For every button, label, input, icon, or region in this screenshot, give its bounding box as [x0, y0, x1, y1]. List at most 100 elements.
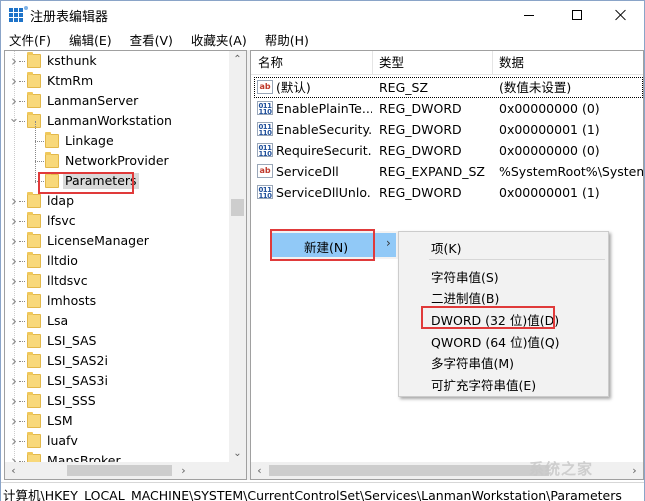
list-row[interactable]: 011 110 EnableSecurity... REG_DWORD 0x00000… — [251, 119, 643, 140]
column-type[interactable]: 类型 — [372, 51, 404, 75]
column-name[interactable]: 名称 — [251, 51, 283, 75]
chevron-right-icon[interactable]: › — [9, 291, 19, 311]
tree-vertical-scrollbar[interactable]: ⌃ ⌄ — [229, 51, 246, 462]
list-row[interactable]: 011 110 RequireSecurit... REG_DWORD 0x00000… — [251, 140, 643, 161]
tree-item-label: LanmanWorkstation — [47, 113, 172, 128]
tree-item[interactable]: ⌄ LanmanWorkstation — [5, 111, 230, 131]
tree-item-label: LicenseManager — [47, 233, 149, 248]
column-data[interactable]: 数据 — [492, 51, 524, 75]
title-bar[interactable]: 注册表编辑器 — [1, 1, 644, 29]
tree-item[interactable]: › Lsa — [5, 311, 230, 331]
tree-vscroll-thumb[interactable] — [231, 199, 244, 216]
scroll-left-icon[interactable]: ‹ — [5, 462, 22, 479]
submenu-item-key[interactable]: 项(K) — [431, 238, 461, 257]
binary-value-icon: 011 110 — [257, 101, 273, 116]
chevron-right-icon: › — [386, 236, 391, 250]
chevron-right-icon[interactable]: › — [9, 191, 19, 211]
menu-favorites[interactable]: 收藏夹(A) — [189, 29, 249, 50]
value-data: 0x00000001 (1) — [499, 185, 600, 200]
chevron-down-icon[interactable]: ⌄ — [9, 108, 20, 128]
chevron-right-icon[interactable]: › — [9, 251, 19, 271]
folder-icon — [27, 312, 41, 328]
tree-item[interactable]: › lfsvc — [5, 211, 230, 231]
chevron-right-icon[interactable]: › — [9, 371, 19, 391]
chevron-right-icon[interactable]: › — [9, 51, 19, 71]
scroll-right-icon[interactable]: › — [626, 462, 643, 479]
tree-item[interactable]: › LanmanServer — [5, 91, 230, 111]
tree-connector — [19, 121, 25, 122]
chevron-right-icon[interactable]: › — [9, 71, 19, 91]
submenu-item-string-value[interactable]: 字符串值(S) — [431, 267, 499, 286]
list-row[interactable]: 011 110 EnablePlainTe... REG_DWORD 0x000000… — [251, 98, 643, 119]
chevron-right-icon[interactable]: › — [9, 411, 19, 431]
maximize-icon — [572, 10, 582, 20]
tree-item[interactable]: › lltdsvc — [5, 271, 230, 291]
list-row[interactable]: ab ServiceDll REG_EXPAND_SZ %SystemRoot%\Sy… — [251, 161, 643, 182]
tree-connector — [19, 361, 25, 362]
tree-item[interactable]: NetworkProvider — [5, 151, 230, 171]
tree-item-label: lmhosts — [47, 293, 97, 308]
maximize-button[interactable] — [554, 1, 600, 29]
tree-connector — [19, 341, 25, 342]
minimize-button[interactable] — [506, 1, 552, 29]
tree-item[interactable]: › KtmRm — [5, 71, 230, 91]
list-row[interactable]: 011 110 ServiceDllUnlo... REG_DWORD 0x00000… — [251, 182, 643, 203]
submenu-item-qword-value[interactable]: QWORD (64 位)值(Q) — [431, 332, 560, 351]
value-name: EnableSecurity... — [276, 122, 372, 137]
menu-view[interactable]: 查看(V) — [128, 29, 175, 50]
tree-item[interactable]: › LicenseManager — [5, 231, 230, 251]
tree-horizontal-scrollbar[interactable]: ‹ › — [5, 462, 229, 479]
tree-item-label: LSI_SSS — [47, 393, 96, 408]
binary-value-icon: 011 110 — [257, 143, 273, 158]
folder-icon — [27, 112, 41, 128]
tree-item[interactable]: › LSI_SAS3i — [5, 371, 230, 391]
chevron-right-icon[interactable]: › — [9, 331, 19, 351]
tree-item[interactable]: › LSI_SAS2i — [5, 351, 230, 371]
submenu-item-multi-string-value[interactable]: 多字符串值(M) — [431, 353, 514, 372]
chevron-right-icon[interactable]: › — [9, 351, 19, 371]
folder-icon — [27, 212, 41, 228]
tree-connector — [19, 321, 25, 322]
tree-hscroll-thumb[interactable] — [67, 465, 172, 476]
submenu-item-expandable-string-value[interactable]: 可扩充字符串值(E) — [431, 375, 536, 394]
tree-item-label: KtmRm — [47, 73, 94, 88]
scroll-down-icon[interactable]: ⌄ — [229, 445, 246, 462]
minimize-icon — [524, 14, 534, 16]
folder-icon — [27, 272, 41, 288]
menu-help[interactable]: 帮助(H) — [263, 29, 311, 50]
list-header: 名称 类型 数据 — [251, 51, 643, 75]
scroll-right-icon[interactable]: › — [175, 462, 192, 479]
tree-item-label: luafv — [47, 433, 78, 448]
scroll-left-icon[interactable]: ‹ — [251, 462, 268, 479]
close-button[interactable] — [598, 1, 644, 29]
tree-item[interactable]: › ksthunk — [5, 51, 230, 71]
value-data: 0x00000000 (0) — [499, 143, 600, 158]
tree-item[interactable]: Linkage — [5, 131, 230, 151]
menu-edit[interactable]: 编辑(E) — [67, 29, 114, 50]
status-bar: 计算机\HKEY_LOCAL_MACHINE\SYSTEM\CurrentCon… — [1, 482, 644, 501]
chevron-right-icon[interactable]: › — [9, 231, 19, 251]
string-value-icon: ab — [257, 164, 273, 178]
tree-item[interactable]: › luafv — [5, 431, 230, 451]
tree-connector — [19, 381, 25, 382]
tree-item[interactable]: › LSM — [5, 411, 230, 431]
close-icon — [615, 9, 627, 21]
list-row[interactable]: ab (默认) REG_SZ (数值未设置) — [251, 77, 643, 98]
list-hscroll-thumb[interactable] — [269, 465, 549, 476]
chevron-right-icon[interactable]: › — [9, 311, 19, 331]
new-menu-highlight-box — [270, 229, 375, 261]
tree-item[interactable]: › LSI_SSS — [5, 391, 230, 411]
value-name: EnablePlainTe... — [276, 101, 372, 116]
chevron-right-icon[interactable]: › — [9, 271, 19, 291]
chevron-right-icon[interactable]: › — [9, 431, 19, 451]
submenu-item-binary-value[interactable]: 二进制值(B) — [431, 288, 499, 307]
tree-item[interactable]: › lmhosts — [5, 291, 230, 311]
menu-file[interactable]: 文件(F) — [7, 29, 53, 50]
chevron-right-icon[interactable]: › — [9, 391, 19, 411]
tree-item[interactable]: › lltdio — [5, 251, 230, 271]
tree-item[interactable]: › ldap — [5, 191, 230, 211]
tree-item[interactable]: › LSI_SAS — [5, 331, 230, 351]
scroll-up-icon[interactable]: ⌃ — [229, 51, 246, 68]
folder-icon — [27, 412, 41, 428]
chevron-right-icon[interactable]: › — [9, 211, 19, 231]
